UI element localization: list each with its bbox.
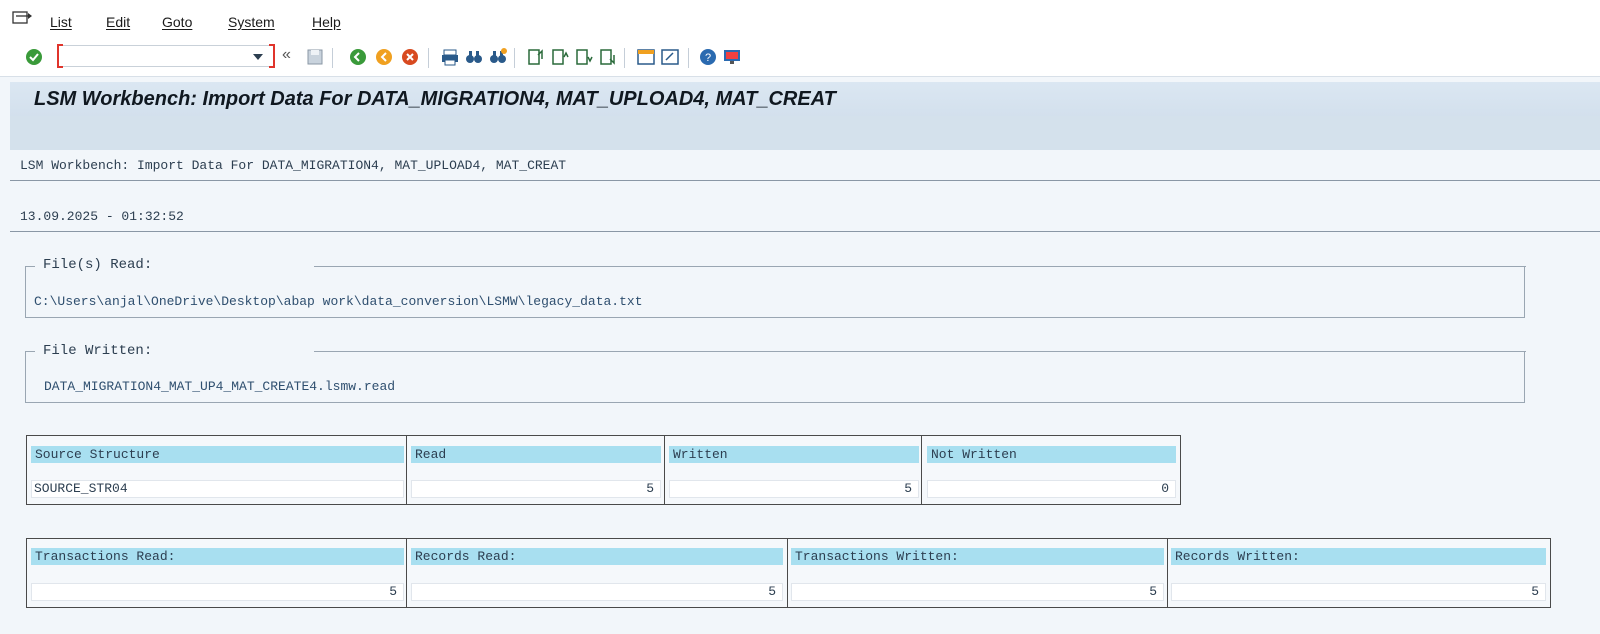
file-written-group bbox=[25, 351, 1526, 403]
cell-transactions-read: 5 bbox=[31, 583, 404, 601]
first-page-icon[interactable] bbox=[526, 47, 546, 67]
previous-page-icon[interactable] bbox=[550, 47, 570, 67]
help-icon[interactable]: ? bbox=[698, 47, 718, 67]
title-bar: LSM Workbench: Import Data For DATA_MIGR… bbox=[10, 82, 1600, 116]
command-field-bracket-left bbox=[57, 44, 63, 68]
group-border-left bbox=[25, 266, 35, 267]
files-read-path: C:\Users\anjal\OneDrive\Desktop\abap wor… bbox=[34, 294, 643, 309]
menu-icon[interactable] bbox=[12, 10, 32, 26]
column-divider bbox=[406, 539, 407, 607]
toolbar-separator bbox=[688, 48, 689, 68]
cell-read-count: 5 bbox=[411, 480, 661, 498]
create-session-icon[interactable] bbox=[636, 47, 656, 67]
cell-source-structure: SOURCE_STR04 bbox=[31, 480, 404, 498]
collapse-chevron-icon[interactable]: « bbox=[282, 46, 291, 64]
menu-system[interactable]: System bbox=[228, 14, 275, 30]
file-written-name: DATA_MIGRATION4_MAT_UP4_MAT_CREATE4.lsmw… bbox=[44, 379, 396, 394]
application-toolbar bbox=[10, 116, 1600, 150]
column-header-read: Read bbox=[411, 446, 661, 463]
cell-records-read: 5 bbox=[411, 583, 783, 601]
svg-text:?: ? bbox=[705, 52, 711, 64]
report-header: LSM Workbench: Import Data For DATA_MIGR… bbox=[20, 158, 567, 173]
last-page-icon[interactable] bbox=[598, 47, 618, 67]
column-divider bbox=[787, 539, 788, 607]
column-header-written: Written bbox=[669, 446, 919, 463]
group-border-left bbox=[25, 351, 35, 352]
page-title: LSM Workbench: Import Data For DATA_MIGR… bbox=[34, 88, 836, 110]
command-field-bracket-right bbox=[269, 44, 275, 68]
column-header-records-written: Records Written: bbox=[1171, 548, 1546, 565]
cell-written-count: 5 bbox=[669, 480, 919, 498]
toolbar-separator bbox=[514, 48, 515, 68]
header-divider bbox=[10, 180, 1600, 181]
column-header-not-written: Not Written bbox=[927, 446, 1176, 463]
save-icon[interactable] bbox=[305, 47, 325, 67]
column-header-transactions-read: Transactions Read: bbox=[31, 548, 404, 565]
shortcut-icon[interactable] bbox=[660, 47, 680, 67]
report-timestamp: 13.09.2025 - 01:32:52 bbox=[20, 209, 184, 224]
find-icon[interactable] bbox=[464, 47, 484, 67]
column-header-source-structure: Source Structure bbox=[31, 446, 404, 463]
menu-goto[interactable]: Goto bbox=[162, 14, 192, 30]
toolbar-separator bbox=[624, 48, 625, 68]
column-header-records-read: Records Read: bbox=[411, 548, 783, 565]
structure-table: Source Structure Read Written Not Writte… bbox=[26, 435, 1181, 505]
group-border-right bbox=[314, 351, 1526, 352]
files-read-label: File(s) Read: bbox=[43, 257, 153, 273]
cancel-icon[interactable] bbox=[400, 47, 420, 67]
toolbar-separator bbox=[332, 48, 333, 68]
files-read-group bbox=[25, 266, 1526, 318]
menu-edit[interactable]: Edit bbox=[106, 14, 130, 30]
find-next-icon[interactable] bbox=[488, 47, 508, 67]
toolbar-separator bbox=[428, 48, 429, 68]
customize-layout-icon[interactable] bbox=[722, 47, 742, 67]
print-icon[interactable] bbox=[440, 47, 460, 67]
column-divider bbox=[921, 436, 922, 504]
column-divider bbox=[664, 436, 665, 504]
exit-icon[interactable] bbox=[374, 47, 394, 67]
cell-records-written: 5 bbox=[1171, 583, 1546, 601]
menu-list[interactable]: List bbox=[50, 14, 72, 30]
timestamp-divider bbox=[10, 231, 1600, 232]
file-written-label: File Written: bbox=[43, 343, 153, 359]
cell-not-written-count: 0 bbox=[927, 480, 1176, 498]
command-field[interactable] bbox=[57, 44, 275, 68]
standard-toolbar: « ? bbox=[0, 40, 1600, 77]
column-header-transactions-written: Transactions Written: bbox=[791, 548, 1164, 565]
menu-bar: List Edit Goto System Help bbox=[0, 0, 1600, 41]
chevron-down-icon[interactable] bbox=[253, 54, 263, 60]
enter-icon[interactable] bbox=[24, 47, 44, 67]
totals-table: Transactions Read: Records Read: Transac… bbox=[26, 538, 1551, 608]
column-divider bbox=[406, 436, 407, 504]
group-border-right bbox=[314, 266, 1526, 267]
back-icon[interactable] bbox=[348, 47, 368, 67]
column-divider bbox=[1167, 539, 1168, 607]
cell-transactions-written: 5 bbox=[791, 583, 1164, 601]
menu-help[interactable]: Help bbox=[312, 14, 341, 30]
next-page-icon[interactable] bbox=[574, 47, 594, 67]
